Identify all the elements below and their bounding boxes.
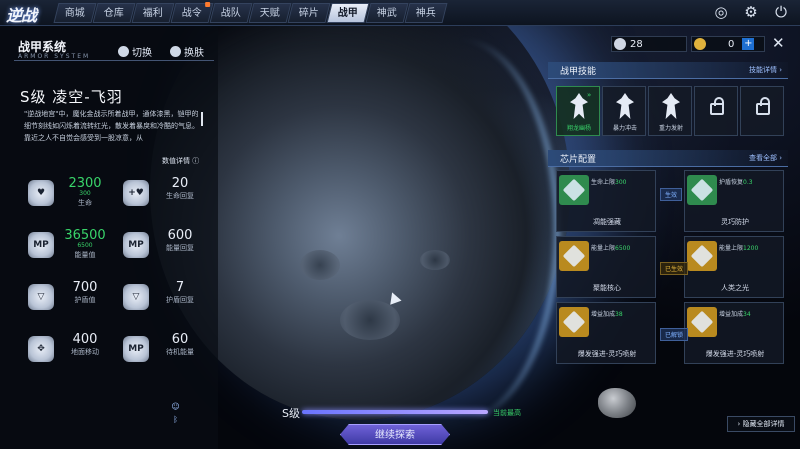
power-icon[interactable]: ⏻	[772, 3, 790, 21]
stat-standby-energy: MP 60 待机能量	[115, 324, 210, 376]
armor-info-panel: 战甲系统 ARMOR SYSTEM 切换 换肤 S级 凌空-飞羽 "逆战地宫"中…	[0, 26, 218, 449]
user-icon[interactable]: ☺	[170, 402, 181, 411]
chip-icon	[687, 175, 717, 205]
chip-icon	[687, 307, 717, 337]
tab-warehouse[interactable]: 仓库	[92, 3, 136, 23]
tab-shop[interactable]: 商城	[53, 3, 97, 23]
lock-icon	[756, 97, 770, 115]
shirt-icon	[170, 46, 181, 57]
stat-ground-move: ✥ 400 地面移动	[20, 324, 115, 376]
skill-slot-5[interactable]	[740, 86, 784, 136]
divider	[14, 60, 214, 61]
chip-slot-2[interactable]: 护盾恢复0.3 灵巧防护	[684, 170, 784, 232]
game-logo: 逆战	[6, 6, 37, 25]
continue-explore-button[interactable]: 继续探索	[340, 424, 450, 445]
grade-label: S级	[282, 407, 300, 420]
tab-armor[interactable]: 战甲	[326, 3, 370, 23]
chips-header: 芯片配置 查看全部 ›	[548, 150, 788, 167]
close-icon[interactable]: ✕	[772, 34, 785, 52]
notification-dot	[205, 2, 211, 7]
chip-slot-4[interactable]: 能量上限1200 人类之光	[684, 236, 784, 298]
chip-slot-5[interactable]: 增益加成38 爆发强进-灵巧喷射	[556, 302, 656, 364]
scroll-indicator[interactable]	[201, 112, 203, 126]
grade-status: 当前最高	[493, 409, 521, 417]
mp-regen-icon: MP	[123, 232, 149, 258]
heart-plus-icon: +♥	[123, 180, 149, 206]
armor-figure-icon	[662, 93, 680, 119]
chip-icon	[687, 241, 717, 271]
main-tabs: 商城 仓库 福利 战令 战队 天赋 碎片 战甲 神武 神兵	[53, 2, 448, 23]
add-gold-button[interactable]: +	[742, 38, 755, 50]
tab-welfare[interactable]: 福利	[131, 3, 175, 23]
armor-figure-icon	[570, 93, 588, 119]
gold-coin-icon	[694, 38, 706, 50]
crystal-resource: 28	[611, 36, 687, 52]
armor-regen-icon: ▽	[123, 284, 149, 310]
panel-subtitle: ARMOR SYSTEM	[18, 53, 91, 60]
compass-icon[interactable]: ◎	[712, 3, 730, 21]
stat-health: ♥ 2300 300 生命	[20, 168, 115, 220]
switch-icon	[118, 46, 129, 57]
chip-link-badge: 生效	[660, 188, 683, 201]
skill-slot-3[interactable]: 重力发射	[648, 86, 692, 136]
bluetooth-icon[interactable]: ᛒ	[170, 415, 181, 424]
shield-heart-icon: ♥	[28, 180, 54, 206]
tab-fragments[interactable]: 碎片	[287, 3, 331, 23]
chip-slot-6[interactable]: 增益加成34 爆发强进-灵巧喷射	[684, 302, 784, 364]
armor-icon: ▽	[28, 284, 54, 310]
switch-armor-button[interactable]: 切换	[118, 44, 152, 59]
left-bottom-icons: ☺ ᛒ	[170, 402, 181, 424]
upgrade-arrows-icon: »	[587, 91, 592, 99]
crystal-icon	[614, 38, 626, 50]
chip-link-badge: 已生效	[660, 262, 689, 275]
crater	[300, 250, 340, 280]
skill-slot-1[interactable]: » 翔龙幽杨	[556, 86, 600, 136]
chips-view-all-link[interactable]: 查看全部 ›	[749, 153, 782, 163]
tab-team[interactable]: 战队	[209, 3, 253, 23]
skill-slot-2[interactable]: 暴力冲击	[602, 86, 646, 136]
top-right-icons: ◎ ⚙ ⏻	[712, 3, 790, 21]
chip-slot-1[interactable]: 生命上限300 凋能强藏	[556, 170, 656, 232]
tab-talent[interactable]: 天赋	[248, 3, 292, 23]
stat-energy-regen: MP 600 能量回复	[115, 220, 210, 272]
skills-detail-link[interactable]: 技能详情 ›	[749, 65, 782, 75]
change-skin-button[interactable]: 换肤	[170, 44, 204, 59]
chip-icon	[559, 241, 589, 271]
stat-health-regen: +♥ 20 生命回复	[115, 168, 210, 220]
move-arrows-icon: ✥	[28, 336, 54, 362]
right-panel: 战甲技能 技能详情 › » 翔龙幽杨 暴力冲击 重力发射 芯片配置 查看全部 ›	[548, 62, 792, 440]
skills-row: » 翔龙幽杨 暴力冲击 重力发射	[556, 86, 784, 136]
planet-atmosphere-rim	[360, 40, 560, 420]
chip-link-badge: 已解锁	[660, 328, 689, 341]
stat-shield-regen: ▽ 7 护盾回复	[115, 272, 210, 324]
chip-icon	[559, 307, 589, 337]
top-navigation-bar: 逆战 商城 仓库 福利 战令 战队 天赋 碎片 战甲 神武 神兵 ◎ ⚙ ⏻	[0, 0, 800, 26]
skills-header: 战甲技能 技能详情 ›	[548, 62, 788, 79]
stat-energy: MP 36500 6500 能量值	[20, 220, 115, 272]
tab-battlepass[interactable]: 战令	[170, 2, 214, 23]
stat-detail-link[interactable]: 数值详情 ⓘ	[162, 156, 199, 166]
armor-figure-icon	[616, 93, 634, 119]
hide-all-detail-button[interactable]: › 隐藏全部详情	[727, 416, 795, 432]
armor-name: S级 凌空-飞羽	[20, 88, 123, 106]
skill-slot-4[interactable]	[694, 86, 738, 136]
tab-divine-arms[interactable]: 神兵	[404, 3, 448, 23]
gold-resource: 0 +	[691, 36, 765, 52]
stat-shield: ▽ 700 护盾值	[20, 272, 115, 324]
tab-divine-weapon[interactable]: 神武	[365, 3, 409, 23]
chip-icon	[559, 175, 589, 205]
lock-icon	[710, 97, 724, 115]
chip-slot-3[interactable]: 能量上限6500 聚能核心	[556, 236, 656, 298]
armor-description: "逆战地宫"中，魔化金战示所着战甲，通体漆黑，铠甲的细节刻线如闪烁着流转红光，散…	[24, 110, 199, 142]
gear-icon[interactable]: ⚙	[742, 3, 760, 21]
grade-progress-bar	[302, 410, 488, 414]
mp-icon: MP	[28, 232, 54, 258]
mp-standby-icon: MP	[123, 336, 149, 362]
